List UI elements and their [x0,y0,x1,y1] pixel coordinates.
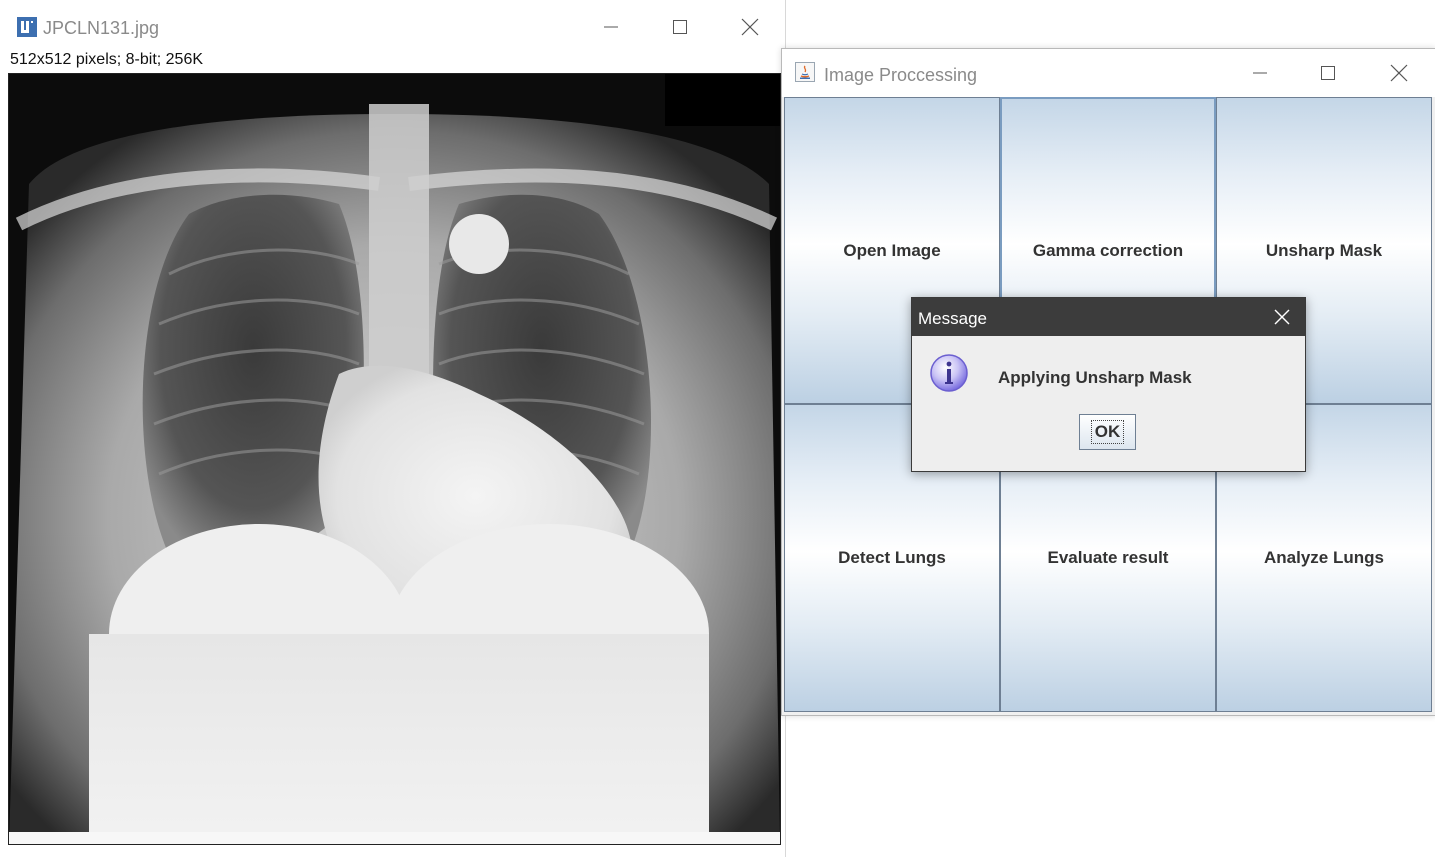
bottom-edge [0,849,785,857]
dialog-message: Applying Unsharp Mask [998,368,1192,387]
close-icon [1274,309,1290,325]
app-minimize-button[interactable] [1237,58,1283,88]
app-titlebar[interactable]: Image Proccessing [782,49,1435,97]
close-icon [741,18,759,36]
app-maximize-button[interactable] [1305,58,1351,88]
image-window: JPCLN131.jpg 512x512 pixels; 8-bit; 256K [0,0,786,857]
maximize-icon [673,20,687,34]
app-close-button[interactable] [1376,58,1422,88]
java-icon [795,62,815,82]
minimize-button[interactable] [588,12,634,42]
maximize-button[interactable] [657,12,703,42]
image-info: 512x512 pixels; 8-bit; 256K [10,51,204,68]
dialog-title: Message [918,309,987,328]
ok-button-label: OK [1090,420,1125,444]
close-icon [1390,64,1408,82]
app-window-title: Image Proccessing [824,65,978,85]
dialog-titlebar[interactable]: Message [912,298,1305,336]
info-icon [930,354,968,392]
image-window-title: JPCLN131.jpg [43,18,160,38]
xray-image-canvas[interactable] [8,73,781,845]
image-window-titlebar[interactable]: JPCLN131.jpg [0,0,785,50]
ok-button[interactable]: OK [1079,414,1136,450]
imagej-icon [17,17,37,37]
minimize-icon [604,26,618,28]
close-button[interactable] [727,12,773,42]
dialog-close-button[interactable] [1267,304,1297,330]
message-dialog: Message Applying Unsharp Mask OK [911,297,1306,472]
chest-xray-image [9,74,780,844]
minimize-icon [1253,72,1267,74]
maximize-icon [1321,66,1335,80]
